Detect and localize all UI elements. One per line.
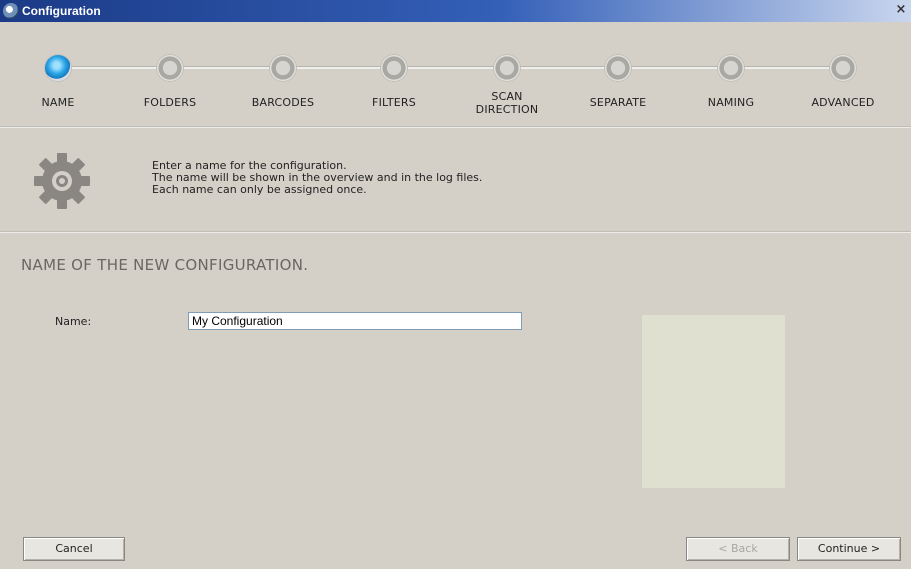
wizard-stepper: NAME FOLDERS BARCODES FILTERS SCAN DIREC… [0, 22, 911, 126]
step-indicator [605, 55, 631, 81]
close-button[interactable]: × [893, 2, 909, 18]
info-text: Enter a name for the configuration. The … [152, 160, 482, 196]
title-bar: Configuration × [0, 0, 911, 22]
divider [0, 231, 911, 233]
step-indicator-active [45, 55, 71, 81]
section-title: NAME OF THE NEW CONFIGURATION. [21, 256, 309, 274]
step-indicator [270, 55, 296, 81]
preview-panel [642, 315, 785, 488]
step-label: FOLDERS [143, 96, 197, 109]
step-indicator [494, 55, 520, 81]
step-label: ADVANCED [811, 96, 875, 109]
step-indicator [381, 55, 407, 81]
window-title: Configuration [22, 4, 101, 18]
info-panel: Enter a name for the configuration. The … [0, 128, 911, 231]
name-input[interactable] [188, 312, 522, 330]
gear-icon [34, 153, 90, 209]
app-icon [3, 3, 19, 19]
cancel-button[interactable]: Cancel [23, 537, 125, 561]
step-label: BARCODES [251, 96, 315, 109]
back-button[interactable]: < Back [686, 537, 790, 561]
info-line: Each name can only be assigned once. [152, 183, 367, 196]
step-indicator [157, 55, 183, 81]
step-indicator [830, 55, 856, 81]
continue-button[interactable]: Continue > [797, 537, 901, 561]
step-label: NAME [41, 96, 75, 109]
name-label: Name: [55, 315, 92, 328]
step-indicator [718, 55, 744, 81]
step-label: FILTERS [372, 96, 416, 109]
step-label: NAMING [707, 96, 755, 109]
step-label: SEPARATE [589, 96, 647, 109]
step-label: SCAN DIRECTION [475, 90, 539, 116]
